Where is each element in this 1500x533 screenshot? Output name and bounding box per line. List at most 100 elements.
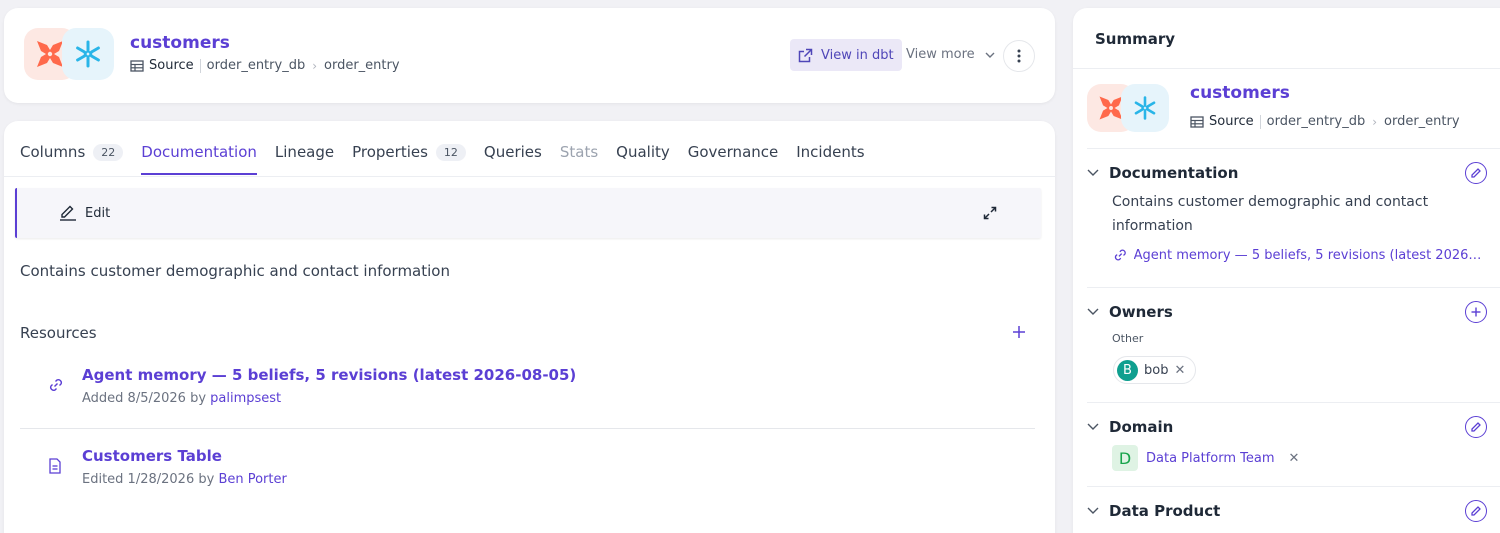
tab-governance[interactable]: Governance: [688, 143, 779, 177]
breadcrumb-item-schema[interactable]: order_entry: [324, 58, 400, 73]
divider: [1087, 287, 1500, 288]
divider: [1087, 486, 1500, 487]
tab-label: Quality: [616, 143, 670, 161]
tab-stats[interactable]: Stats: [560, 143, 598, 177]
link-icon: [48, 377, 64, 397]
view-more-dropdown[interactable]: View more: [906, 47, 995, 62]
documentation-toolbar: Edit: [15, 188, 1041, 238]
tab-label: Incidents: [796, 143, 865, 161]
tab-incidents[interactable]: Incidents: [796, 143, 864, 177]
pencil-icon: [1471, 422, 1481, 432]
entity-header: customers Source order_entry_db › order_…: [4, 8, 1055, 103]
resource-title[interactable]: Customers Table: [82, 447, 222, 465]
section-header-documentation[interactable]: Documentation: [1087, 164, 1238, 182]
platform-logos: [24, 28, 120, 84]
chevron-right-icon: ›: [1372, 114, 1378, 129]
summary-breadcrumb: Source order_entry_db › order_entry: [1190, 114, 1460, 129]
chevron-down-icon: [1087, 423, 1099, 430]
divider: [1087, 148, 1500, 149]
add-resource-button[interactable]: [1012, 320, 1026, 345]
resource-date: Added 8/5/2026 by: [82, 391, 211, 406]
entity-type-label: Source: [149, 58, 194, 73]
edit-label: Edit: [85, 205, 111, 221]
summary-description: Contains customer demographic and contac…: [1112, 194, 1429, 234]
tab-queries[interactable]: Queries: [484, 143, 542, 177]
breadcrumb: Source order_entry_db › order_entry: [130, 58, 400, 73]
tab-label: Queries: [483, 143, 542, 161]
count-badge: 22: [93, 144, 124, 161]
breadcrumb-item-database[interactable]: order_entry_db: [207, 58, 306, 73]
tab-columns[interactable]: Columns 22: [20, 143, 124, 177]
entity-type-label: Source: [1209, 114, 1254, 129]
link-label: Agent memory — 5 beliefs, 5 revisions (l…: [1133, 247, 1483, 263]
chevron-down-icon: [1087, 308, 1099, 315]
owner-name: bob: [1144, 362, 1169, 378]
tab-lineage[interactable]: Lineage: [275, 143, 334, 177]
add-owner-button[interactable]: [1465, 301, 1487, 323]
edit-domain-button[interactable]: [1465, 416, 1487, 438]
divider: [1259, 114, 1261, 129]
link-icon: [1114, 249, 1126, 261]
summary-sidebar: Summary customers Source order_entry_db …: [1073, 8, 1500, 533]
entity-details-panel: Columns 22 Documentation Lineage Properti…: [4, 121, 1055, 533]
snowflake-logo-icon: [62, 28, 114, 80]
summary-entity-title[interactable]: customers: [1190, 83, 1290, 103]
tab-label: Columns: [20, 143, 86, 161]
breadcrumb-item-database[interactable]: order_entry_db: [1267, 114, 1366, 129]
chevron-down-icon: [1087, 169, 1099, 176]
edit-data-product-button[interactable]: [1465, 500, 1487, 522]
remove-domain-icon[interactable]: ✕: [1289, 451, 1300, 466]
tab-properties[interactable]: Properties 12: [352, 143, 466, 177]
expand-icon: [983, 206, 997, 220]
resource-date: Edited 1/28/2026 by: [82, 472, 219, 487]
pencil-icon: [60, 205, 76, 221]
pencil-icon: [1471, 506, 1481, 516]
more-actions-button[interactable]: [1003, 40, 1035, 72]
resources-heading: Resources: [20, 324, 97, 342]
remove-owner-icon[interactable]: ✕: [1174, 363, 1185, 378]
owner-group-label: Other: [1112, 332, 1144, 345]
expand-button[interactable]: [983, 205, 997, 224]
documentation-text: Contains customer demographic and contac…: [20, 262, 450, 280]
summary-resource-link[interactable]: Agent memory — 5 beliefs, 5 revisions (l…: [1113, 247, 1483, 263]
domain-avatar: D: [1112, 445, 1138, 471]
owner-chip[interactable]: B bob ✕: [1113, 356, 1197, 384]
resource-title[interactable]: Agent memory — 5 beliefs, 5 revisions (l…: [82, 366, 576, 384]
tab-quality[interactable]: Quality: [616, 143, 670, 177]
resource-meta: Edited 1/28/2026 by Ben Porter: [82, 472, 287, 487]
section-header-domain[interactable]: Domain: [1087, 418, 1173, 436]
tab-label: Documentation: [141, 143, 257, 161]
tab-label: Governance: [687, 143, 779, 161]
resource-author[interactable]: Ben Porter: [218, 472, 286, 487]
tab-label: Lineage: [274, 143, 335, 161]
view-in-dbt-label: View in dbt: [821, 47, 894, 63]
count-badge: 12: [435, 144, 466, 161]
view-in-dbt-button[interactable]: View in dbt: [790, 39, 902, 71]
view-more-label: View more: [906, 47, 975, 62]
plus-icon: [1013, 326, 1025, 338]
edit-documentation-button[interactable]: [1465, 162, 1487, 184]
summary-title: Summary: [1095, 30, 1176, 48]
section-title: Data Product: [1109, 502, 1221, 520]
tab-documentation[interactable]: Documentation: [141, 143, 257, 177]
breadcrumb-item-schema[interactable]: order_entry: [1384, 114, 1460, 129]
chevron-right-icon: ›: [312, 58, 318, 73]
domain-chip[interactable]: D Data Platform Team ✕: [1112, 445, 1299, 471]
resource-author[interactable]: palimpsest: [210, 391, 281, 406]
edit-button[interactable]: Edit: [59, 205, 110, 221]
pencil-icon: [1471, 168, 1481, 178]
plus-icon: [1471, 307, 1481, 317]
document-icon: [48, 458, 62, 478]
entity-title[interactable]: customers: [130, 33, 230, 53]
tab-bar: Columns 22 Documentation Lineage Properti…: [20, 143, 883, 177]
avatar: B: [1117, 359, 1138, 381]
divider: [20, 428, 1035, 429]
section-header-data-product[interactable]: Data Product: [1087, 502, 1220, 520]
tab-label: Properties: [352, 143, 428, 161]
platform-logos: [1087, 84, 1183, 140]
section-header-owners[interactable]: Owners: [1087, 303, 1173, 321]
section-title: Domain: [1109, 418, 1174, 436]
kebab-menu-icon: [1017, 49, 1021, 63]
domain-name[interactable]: Data Platform Team: [1146, 451, 1275, 466]
divider: [1087, 402, 1500, 403]
